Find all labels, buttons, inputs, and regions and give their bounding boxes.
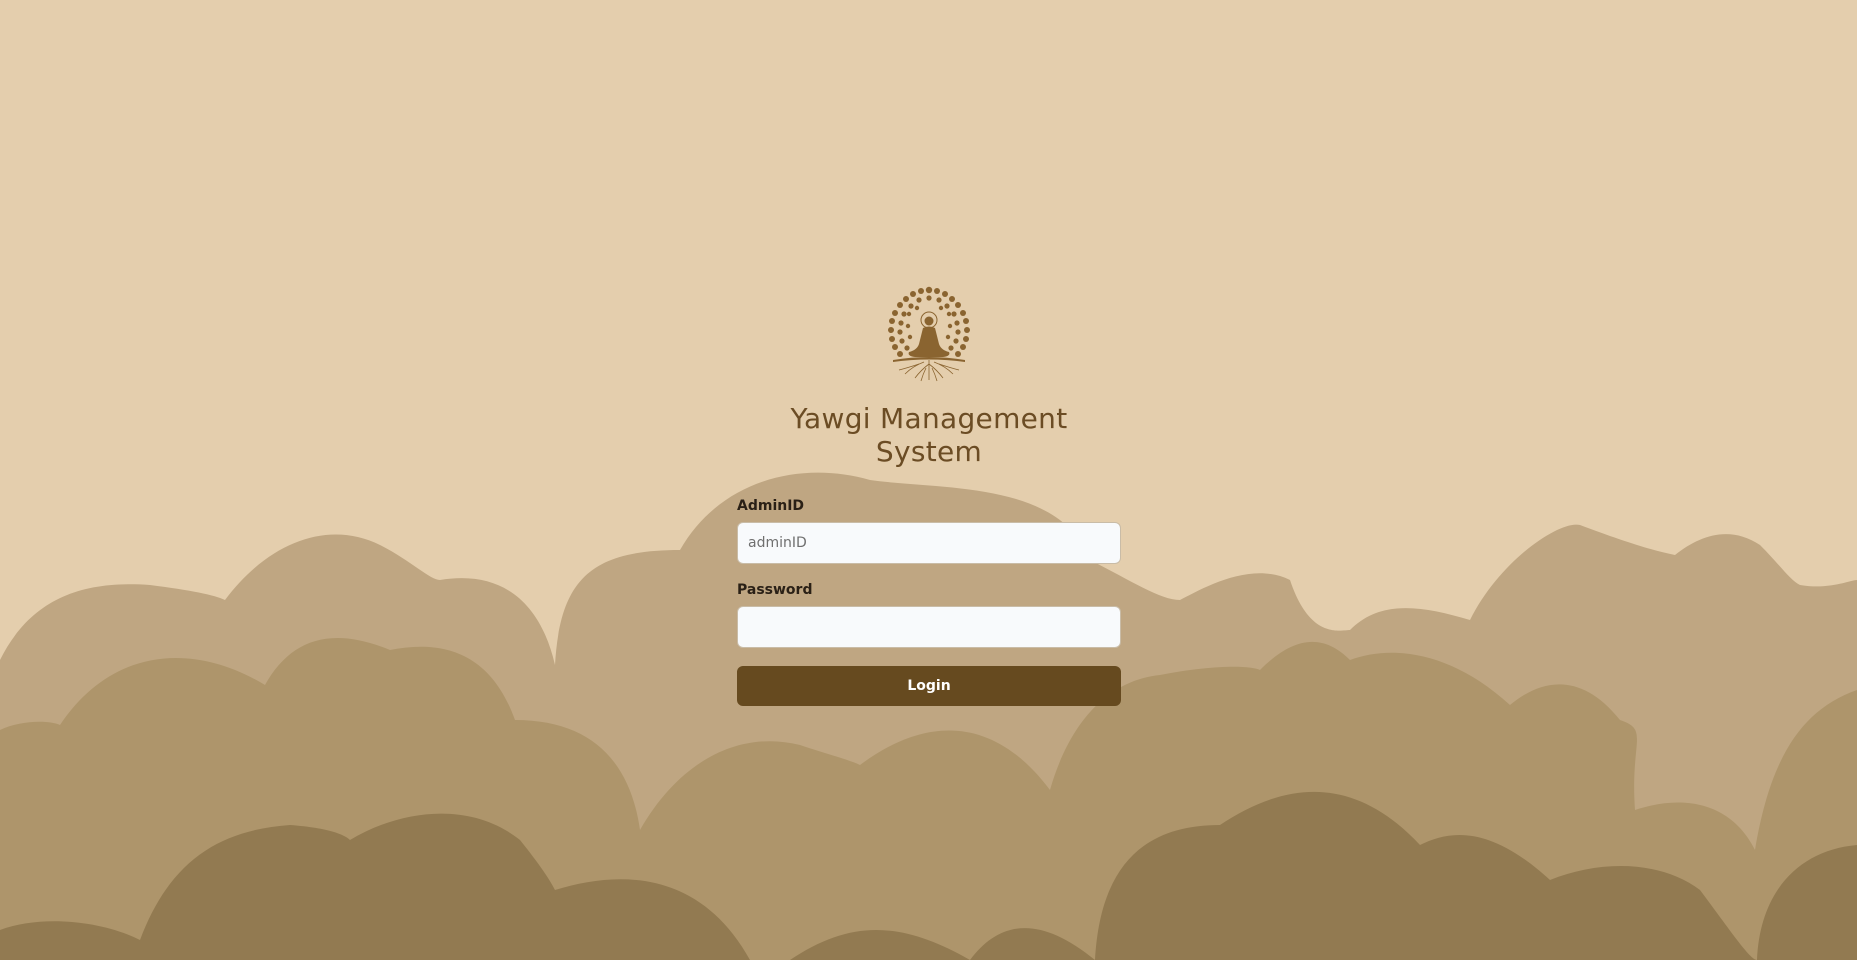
password-group: Password bbox=[737, 582, 1121, 648]
password-label: Password bbox=[737, 582, 813, 598]
password-input[interactable] bbox=[737, 606, 1121, 648]
admin-id-label: AdminID bbox=[737, 498, 805, 514]
page-title: Yawgi Management System bbox=[790, 402, 1068, 468]
login-page: Yawgi Management System AdminID Password… bbox=[0, 0, 1857, 960]
admin-id-input[interactable] bbox=[737, 522, 1121, 564]
login-button[interactable]: Login bbox=[737, 666, 1121, 706]
login-panel: Yawgi Management System AdminID Password… bbox=[737, 284, 1121, 706]
meditation-tree-icon bbox=[888, 286, 970, 382]
logo bbox=[737, 284, 1121, 384]
admin-id-group: AdminID bbox=[737, 498, 1121, 564]
